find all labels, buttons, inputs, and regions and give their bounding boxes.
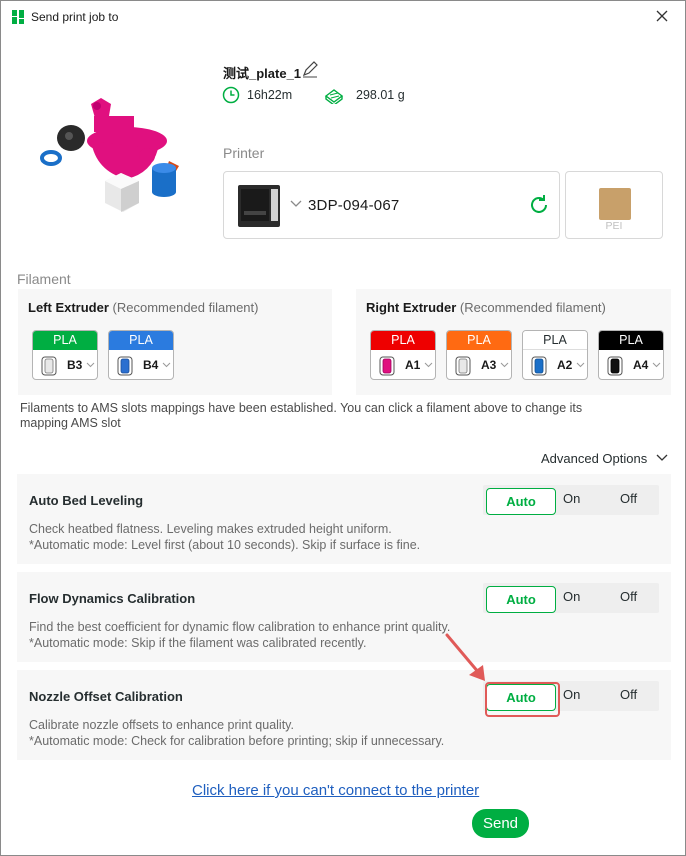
chevron-down-icon	[86, 362, 95, 368]
mode-off-button[interactable]: Off	[620, 485, 637, 515]
connect-help-link[interactable]: Click here if you can't connect to the p…	[192, 782, 479, 799]
job-name: 测试_plate_1	[223, 66, 302, 81]
chevron-down-icon	[290, 200, 302, 207]
slot-type: PLA	[33, 331, 97, 350]
slot-type: PLA	[371, 331, 435, 350]
option-description: Check heatbed flatness. Leveling makes e…	[29, 522, 421, 552]
chevron-down-icon[interactable]	[656, 454, 668, 462]
slot-id: B3	[67, 358, 83, 372]
mode-on-button[interactable]: On	[563, 583, 580, 613]
option-auto-bed-leveling: Auto Bed Leveling Check heatbed flatness…	[17, 474, 671, 564]
clock-icon	[222, 86, 240, 104]
slot-id: A4	[633, 358, 649, 372]
chevron-down-icon	[576, 362, 585, 368]
filament-slot-a4[interactable]: PLA A4	[598, 330, 664, 380]
printer-image	[238, 185, 280, 227]
mode-selector: Auto On Off	[483, 583, 659, 613]
mode-auto-button[interactable]: Auto	[486, 586, 556, 613]
mode-off-button[interactable]: Off	[620, 583, 637, 613]
advanced-options-toggle[interactable]: Advanced Options	[541, 451, 647, 466]
app-logo-icon	[12, 10, 24, 24]
filament-slot-a2[interactable]: PLA A2	[522, 330, 588, 380]
printer-name: 3DP-094-067	[308, 197, 400, 214]
send-print-dialog: Send print job to 测试_plate_1 16h22m 298.…	[0, 0, 686, 856]
mode-on-button[interactable]: On	[563, 485, 580, 515]
chevron-down-icon	[162, 362, 171, 368]
annotation-arrow-icon	[445, 633, 485, 681]
slot-type: PLA	[447, 331, 511, 350]
filament-slot-a3[interactable]: PLA A3	[446, 330, 512, 380]
slot-id: A3	[481, 358, 497, 372]
filament-slot-b4[interactable]: PLA B4	[108, 330, 174, 380]
refresh-icon[interactable]	[527, 193, 551, 217]
slot-id: A2	[557, 358, 573, 372]
print-time: 16h22m	[247, 88, 293, 102]
printer-label: Printer	[223, 145, 265, 161]
mode-selector: Auto On Off	[483, 485, 659, 515]
spool-icon	[455, 356, 471, 376]
option-title: Flow Dynamics Calibration	[29, 591, 196, 606]
plate-swatch	[599, 188, 631, 220]
title-bar: Send print job to	[1, 1, 685, 33]
chevron-down-icon	[500, 362, 509, 368]
filament-weight-icon	[324, 89, 344, 104]
send-button[interactable]: Send	[472, 809, 529, 838]
edit-icon[interactable]	[301, 61, 319, 79]
spool-icon	[117, 356, 133, 376]
filament-slot-b3[interactable]: PLA B3	[32, 330, 98, 380]
plate-type: PEI	[565, 171, 663, 239]
option-flow-dynamics-calibration: Flow Dynamics Calibration Find the best …	[17, 572, 671, 662]
slot-type: PLA	[109, 331, 173, 350]
close-button[interactable]	[647, 3, 677, 29]
slot-id: B4	[143, 358, 159, 372]
option-title: Nozzle Offset Calibration	[29, 689, 183, 704]
chevron-down-icon	[652, 362, 661, 368]
spool-icon	[41, 356, 57, 376]
annotation-highlight	[485, 682, 560, 717]
model-thumbnail	[40, 98, 179, 212]
option-description: Find the best coefficient for dynamic fl…	[29, 620, 451, 650]
spool-icon	[531, 356, 547, 376]
mapping-note: Filaments to AMS slots mappings have bee…	[20, 401, 583, 430]
option-nozzle-offset-calibration: Nozzle Offset Calibration Calibrate nozz…	[17, 670, 671, 760]
window-title: Send print job to	[31, 10, 119, 24]
slot-type: PLA	[599, 331, 663, 350]
right-extruder-title: Right Extruder (Recommended filament)	[366, 300, 606, 315]
spool-icon	[607, 356, 623, 376]
mode-on-button[interactable]: On	[563, 681, 580, 711]
mode-off-button[interactable]: Off	[620, 681, 637, 711]
right-extruder-panel: Right Extruder (Recommended filament) PL…	[356, 289, 671, 395]
close-icon	[656, 10, 668, 22]
option-title: Auto Bed Leveling	[29, 493, 144, 508]
filament-slot-a1[interactable]: PLA A1	[370, 330, 436, 380]
slot-type: PLA	[523, 331, 587, 350]
chevron-down-icon	[424, 362, 433, 368]
left-extruder-title: Left Extruder (Recommended filament)	[28, 300, 259, 315]
plate-label: PEI	[605, 220, 623, 232]
option-description: Calibrate nozzle offsets to enhance prin…	[29, 718, 445, 748]
filament-section-title: Filament	[17, 271, 71, 287]
left-extruder-panel: Left Extruder (Recommended filament) PLA…	[18, 289, 332, 395]
slot-id: A1	[405, 358, 421, 372]
printer-select[interactable]: 3DP-094-067	[223, 171, 560, 239]
spool-icon	[379, 356, 395, 376]
filament-weight: 298.01 g	[356, 88, 405, 102]
mode-auto-button[interactable]: Auto	[486, 488, 556, 515]
